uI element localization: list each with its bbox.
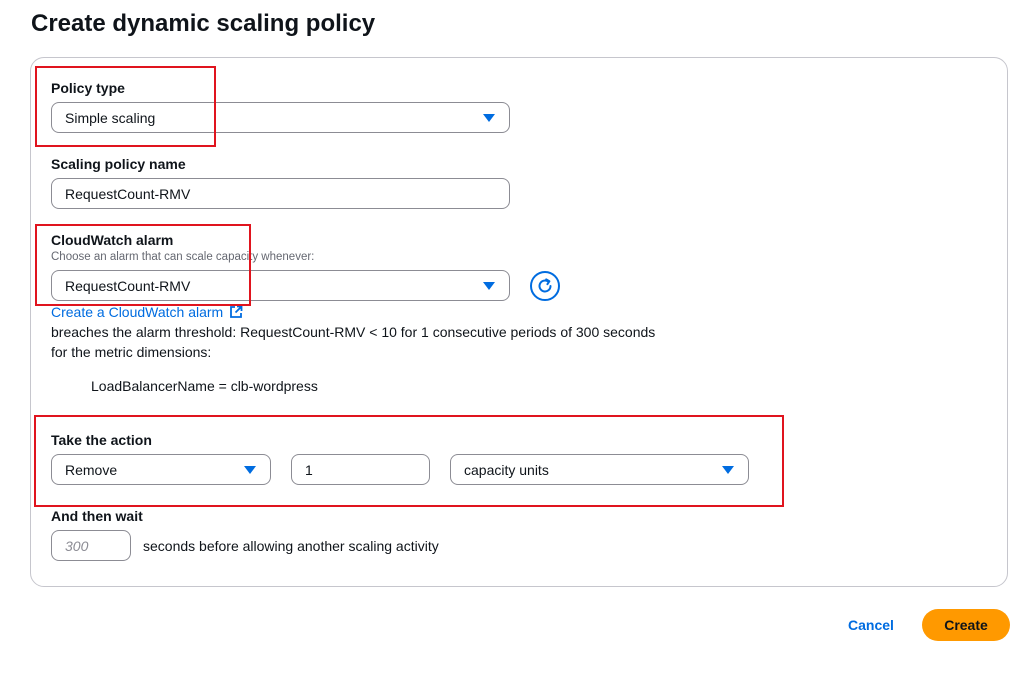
policy-type-select[interactable]: Simple scaling <box>51 102 510 133</box>
policy-name-value: RequestCount-RMV <box>65 185 191 202</box>
create-cloudwatch-alarm-link[interactable]: Create a CloudWatch alarm <box>51 304 243 320</box>
metric-dimensions-text: for the metric dimensions: <box>51 344 212 360</box>
metric-dimension-value: LoadBalancerName = clb-wordpress <box>91 378 318 394</box>
action-amount-value: 1 <box>305 461 313 478</box>
page-title: Create dynamic scaling policy <box>31 10 376 37</box>
policy-form-panel <box>30 57 1008 587</box>
wait-suffix-text: seconds before allowing another scaling … <box>143 538 439 554</box>
cloudwatch-alarm-value: RequestCount-RMV <box>65 277 191 294</box>
caret-down-icon <box>722 466 734 474</box>
wait-label: And then wait <box>51 508 143 524</box>
alarm-breach-text: breaches the alarm threshold: RequestCou… <box>51 324 656 340</box>
refresh-icon <box>538 278 552 293</box>
caret-down-icon <box>483 114 495 122</box>
action-operation-value: Remove <box>65 461 118 478</box>
caret-down-icon <box>244 466 256 474</box>
policy-type-value: Simple scaling <box>65 109 156 126</box>
cloudwatch-alarm-select[interactable]: RequestCount-RMV <box>51 270 510 301</box>
cloudwatch-alarm-description: Choose an alarm that can scale capacity … <box>51 251 315 263</box>
action-amount-input[interactable]: 1 <box>291 454 430 485</box>
wait-seconds-input[interactable]: 300 <box>51 530 131 561</box>
caret-down-icon <box>483 282 495 290</box>
action-operation-select[interactable]: Remove <box>51 454 271 485</box>
cloudwatch-alarm-label: CloudWatch alarm <box>51 232 174 248</box>
take-action-label: Take the action <box>51 432 152 448</box>
policy-name-input[interactable]: RequestCount-RMV <box>51 178 510 209</box>
wait-seconds-placeholder: 300 <box>65 537 89 554</box>
cancel-button[interactable]: Cancel <box>838 612 904 638</box>
action-unit-select[interactable]: capacity units <box>450 454 749 485</box>
external-link-icon <box>230 305 243 318</box>
policy-type-label: Policy type <box>51 80 125 96</box>
policy-name-label: Scaling policy name <box>51 156 186 172</box>
action-unit-value: capacity units <box>464 461 549 478</box>
create-cloudwatch-alarm-link-text: Create a CloudWatch alarm <box>51 304 224 320</box>
refresh-alarms-button[interactable] <box>530 271 560 301</box>
create-button[interactable]: Create <box>922 609 1010 641</box>
